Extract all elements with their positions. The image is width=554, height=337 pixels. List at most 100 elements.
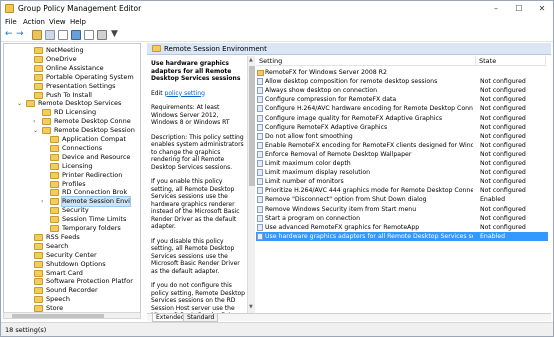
expand-chevron-icon[interactable]: › xyxy=(41,197,47,206)
setting-row[interactable]: RemoteFX for Windows Server 2008 R2 xyxy=(256,68,548,77)
setting-row[interactable]: Limit maximum color depth Not configured xyxy=(256,159,548,168)
tree-item[interactable]: Temporary folders xyxy=(4,224,140,233)
tree-horizontal-scrollbar[interactable] xyxy=(3,312,141,319)
show-hide-tree-icon[interactable] xyxy=(45,30,55,40)
tree-item[interactable]: Presentation Settings xyxy=(4,82,140,91)
tree-scroll-thumb[interactable] xyxy=(12,314,104,318)
description-scroll-thumb[interactable] xyxy=(249,66,255,186)
tab-standard[interactable]: Standard xyxy=(183,314,219,322)
tree-item-label: Temporary folders xyxy=(62,224,121,232)
tree-item[interactable]: RD Connection Brok xyxy=(4,188,140,197)
tree-item[interactable]: Portable Operating System xyxy=(4,73,140,82)
minimize-button[interactable]: – xyxy=(485,1,507,16)
setting-name: Always show desktop on connection xyxy=(265,87,378,95)
setting-row[interactable]: Use advanced RemoteFX graphics for Remot… xyxy=(256,223,548,232)
tree-item[interactable]: Shutdown Options xyxy=(4,260,140,269)
tree-item[interactable]: Speech xyxy=(4,295,140,304)
description-enable-text: If you enable this policy setting, all R… xyxy=(151,178,240,230)
setting-row[interactable]: Configure H.264/AVC hardware encoding fo… xyxy=(256,104,548,113)
column-header-state[interactable]: State xyxy=(476,56,546,66)
edit-policy-link[interactable]: policy setting xyxy=(165,90,205,97)
tree-item[interactable]: Search xyxy=(4,241,140,251)
close-button[interactable]: ✕ xyxy=(531,1,553,16)
menu-file[interactable]: File xyxy=(5,18,17,26)
forward-arrow-icon[interactable]: → xyxy=(16,30,25,40)
setting-row[interactable]: Configure image quality for RemoteFX Ada… xyxy=(256,114,548,123)
setting-row[interactable]: Remove Windows Security item from Start … xyxy=(256,205,548,214)
tree-item-label: Search xyxy=(46,241,69,250)
folder-icon xyxy=(50,136,59,143)
policy-setting-icon xyxy=(257,105,263,113)
setting-row[interactable]: Prioritize H.264/AVC 444 graphics mode f… xyxy=(256,186,548,195)
tree-item[interactable]: Session Time Limits xyxy=(4,215,140,224)
folder-icon xyxy=(50,180,59,188)
setting-row[interactable]: Limit maximum display resolution Not conf… xyxy=(256,168,548,177)
tree-item-label: Speech xyxy=(46,295,70,304)
tree-item[interactable]: Printer Redirection xyxy=(4,170,140,180)
description-scrollbar[interactable]: ▲ ▼ xyxy=(247,56,255,313)
scroll-up-icon[interactable]: ▲ xyxy=(249,57,253,63)
tree-item[interactable]: Push To Install xyxy=(4,91,140,100)
app-icon xyxy=(5,4,14,13)
menu-action[interactable]: Action xyxy=(23,18,45,26)
tree-item-label: Software Protection Platfor xyxy=(46,277,133,286)
setting-row[interactable]: Configure compression for RemoteFX data N… xyxy=(256,95,548,104)
filter-icon[interactable]: ▼ xyxy=(111,30,121,40)
expand-chevron-icon[interactable]: › xyxy=(33,117,39,126)
tree-item[interactable]: RD Licensing xyxy=(4,108,140,117)
setting-row[interactable]: Always show desktop on connection Not con… xyxy=(256,86,548,95)
policy-setting-icon xyxy=(257,87,263,95)
tree-item[interactable]: Smart Card xyxy=(4,269,140,278)
title-bar: Group Policy Management Editor – ☐ ✕ xyxy=(1,1,553,16)
console-tree[interactable]: NetMeeting OneDrive Online Assistance Porta… xyxy=(3,43,141,319)
tree-item[interactable]: RSS Feeds xyxy=(4,233,140,242)
tree-item[interactable]: Security xyxy=(4,206,140,215)
folder-icon xyxy=(50,216,59,224)
help-icon[interactable] xyxy=(71,30,81,40)
tree-item[interactable]: Sound Recorder xyxy=(4,286,140,295)
menu-view[interactable]: View xyxy=(49,18,66,26)
setting-row[interactable]: Allow desktop composition for remote des… xyxy=(256,77,548,86)
tree-item-label: Printer Redirection xyxy=(62,170,123,179)
setting-row[interactable]: Start a program on connection Not configu… xyxy=(256,214,548,223)
tree-item[interactable]: › Remote Session Envi xyxy=(4,196,140,208)
expand-chevron-icon[interactable]: ⌄ xyxy=(17,99,23,108)
tree-item[interactable]: ⌄ Remote Desktop Session xyxy=(4,126,140,135)
up-folder-icon[interactable] xyxy=(32,30,42,40)
setting-row[interactable]: Enable RemoteFX encoding for RemoteFX cl… xyxy=(256,141,548,150)
properties-icon[interactable] xyxy=(58,30,68,40)
tree-item[interactable]: ⌄ Remote Desktop Services xyxy=(4,99,140,108)
policy-setting-icon xyxy=(257,196,263,204)
tree-item[interactable]: Profiles xyxy=(4,180,140,189)
scroll-down-icon[interactable]: ▼ xyxy=(249,304,253,310)
tree-item[interactable]: Application Compat xyxy=(4,135,140,144)
menu-help[interactable]: Help xyxy=(70,18,86,26)
setting-state: Not configured xyxy=(480,160,526,167)
setting-name: Limit maximum display resolution xyxy=(265,169,371,177)
column-header-setting[interactable]: Setting xyxy=(256,56,476,66)
tree-item[interactable]: Security Center xyxy=(4,251,140,260)
tree-item[interactable]: Online Assistance xyxy=(4,64,140,73)
setting-row[interactable]: Configure RemoteFX Adaptive Graphics Not … xyxy=(256,123,548,132)
folder-icon xyxy=(257,70,264,76)
setting-row[interactable]: Do not allow font smoothing Not configure… xyxy=(256,132,548,141)
settings-list[interactable]: Setting State RemoteFX for Windows Serve… xyxy=(256,56,551,313)
setting-row[interactable]: Limit number of monitors Not configured xyxy=(256,177,548,186)
tree-item[interactable]: › Remote Desktop Conne xyxy=(4,117,140,126)
tree-item[interactable]: NetMeeting xyxy=(4,46,140,55)
expand-chevron-icon[interactable]: ⌄ xyxy=(33,126,39,135)
tree-item[interactable]: Device and Resource xyxy=(4,153,140,162)
setting-row[interactable]: Enforce Removal of Remote Desktop Wallpa… xyxy=(256,150,548,159)
tree-item[interactable]: Software Protection Platfor xyxy=(4,277,140,286)
maximize-button[interactable]: ☐ xyxy=(508,1,530,16)
policy-setting-icon xyxy=(257,169,263,177)
tree-item[interactable]: Licensing xyxy=(4,162,140,171)
setting-state: Not configured xyxy=(480,123,526,131)
show-action-pane-icon[interactable] xyxy=(97,30,107,40)
tree-item[interactable]: OneDrive xyxy=(4,55,140,64)
setting-row[interactable]: Remove "Disconnect" option from Shut Dow… xyxy=(256,195,548,204)
back-arrow-icon[interactable]: ← xyxy=(5,30,14,40)
export-list-icon[interactable] xyxy=(84,30,94,40)
setting-row[interactable]: Use hardware graphics adapters for all R… xyxy=(256,231,548,241)
tree-item[interactable]: Connections xyxy=(4,144,140,153)
